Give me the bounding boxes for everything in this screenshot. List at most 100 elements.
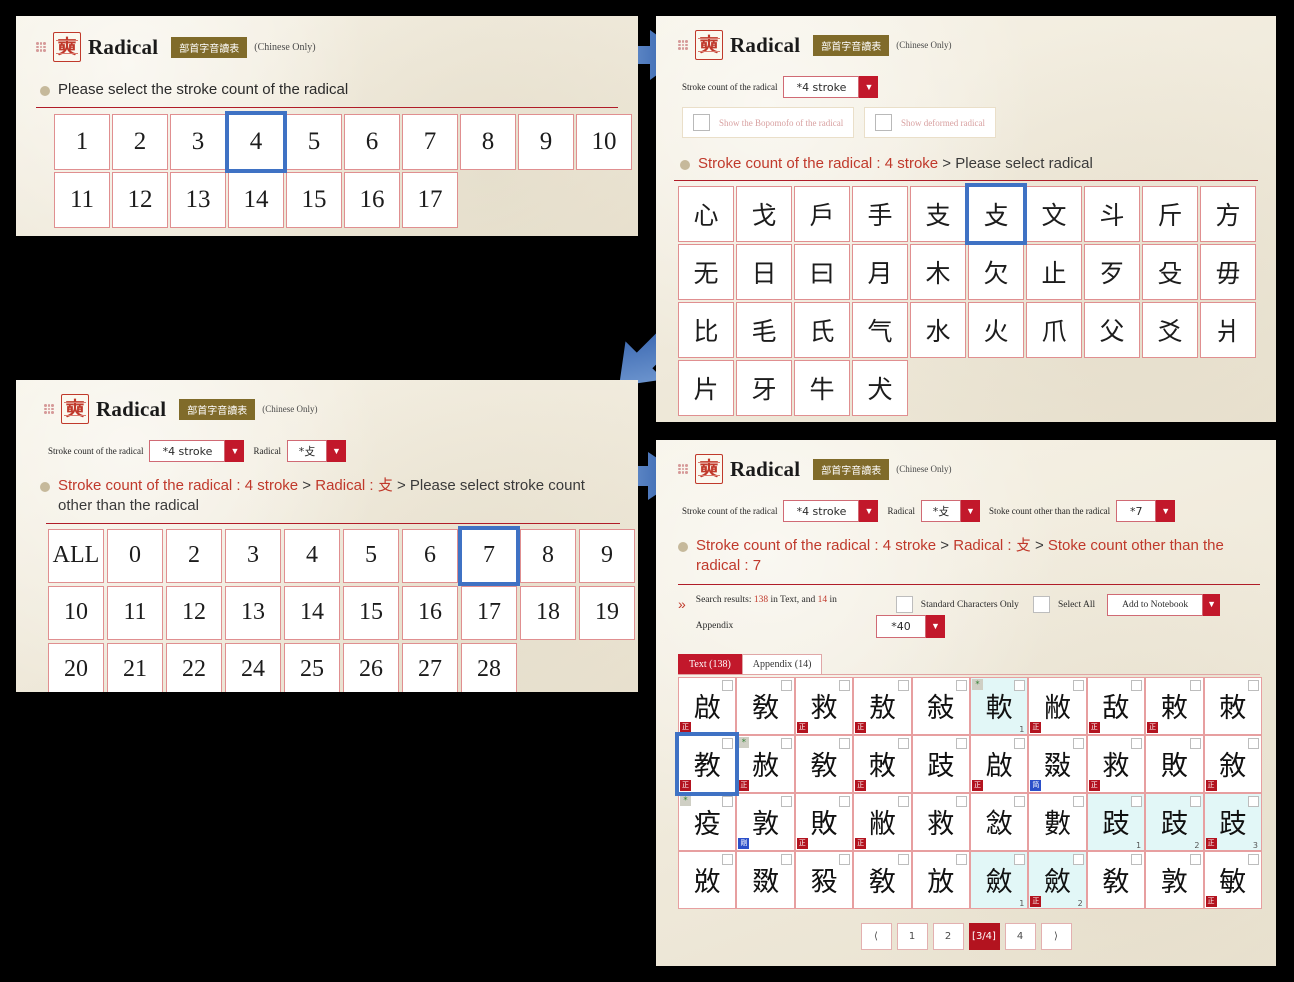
extra-stroke-cell-18[interactable]: 18 [520,585,576,640]
chinese-table-badge[interactable]: 部首字音讀表 [171,36,248,58]
radical-cell-斗[interactable]: 斗 [1084,185,1140,242]
results-tab-2[interactable]: Appendix (14) [741,653,823,674]
character-checkbox[interactable] [1189,853,1201,865]
character-cell[interactable]: 敗正 [794,792,854,851]
pagination-next[interactable]: ⟩ [1040,922,1072,950]
character-checkbox[interactable] [1014,679,1026,691]
character-checkbox[interactable] [1247,679,1259,691]
character-checkbox[interactable] [780,737,792,749]
extra-stroke-cell-26[interactable]: 26 [343,642,399,692]
radical-cell-攴[interactable]: 攴 [965,182,1027,245]
chevron-down-icon[interactable]: ▼ [1203,593,1221,616]
stroke-count-cell-13[interactable]: 13 [170,171,226,228]
character-cell[interactable]: 敎 [736,676,795,735]
extra-stroke-cell-25[interactable]: 25 [284,642,340,692]
radical-cell-片[interactable]: 片 [678,359,734,416]
radical-cell-曰[interactable]: 曰 [794,243,850,300]
extra-stroke-cell-27[interactable]: 27 [402,642,458,692]
radical-cell-戶[interactable]: 戶 [794,185,850,242]
filter-select-1[interactable]: *4 stroke ▼ [783,500,879,522]
character-cell[interactable]: 敍 [911,676,970,735]
checkbox-icon[interactable] [693,114,710,131]
character-checkbox[interactable] [897,679,909,691]
chevron-down-icon[interactable]: ▼ [326,440,346,462]
radical-cell-犬[interactable]: 犬 [852,359,908,416]
stroke-count-cell-2[interactable]: 2 [112,113,168,170]
extra-stroke-cell-22[interactable]: 22 [166,642,222,692]
character-checkbox[interactable] [1131,737,1143,749]
stroke-count-cell-1[interactable]: 1 [54,113,110,170]
stroke-count-cell-17[interactable]: 17 [402,171,458,228]
extra-stroke-cell-9[interactable]: 9 [579,528,635,583]
character-checkbox[interactable] [780,853,792,865]
stroke-count-cell-3[interactable]: 3 [170,113,226,170]
grip-dots-icon[interactable] [44,404,54,414]
standard-characters-only-checkbox[interactable] [895,596,913,614]
character-checkbox[interactable] [1072,795,1084,807]
extra-stroke-cell-13[interactable]: 13 [225,585,281,640]
chinese-table-badge[interactable]: 部首字音讀表 [179,398,256,420]
extra-stroke-cell-28[interactable]: 28 [461,642,517,692]
radical-cell-毛[interactable]: 毛 [736,301,792,358]
character-cell[interactable]: 疫 * [678,792,737,851]
chevron-down-icon[interactable]: ▼ [1156,500,1176,522]
stroke-count-cell-4[interactable]: 4 [225,110,287,173]
character-checkbox[interactable] [780,679,792,691]
character-cell[interactable]: 敦 [1145,850,1204,909]
character-checkbox[interactable] [780,795,792,807]
character-cell[interactable]: 跂 [911,734,970,793]
character-cell[interactable]: 斂正 2 [1028,850,1087,909]
character-cell[interactable]: 敏正 [1203,850,1262,909]
stroke-count-cell-10[interactable]: 10 [576,113,632,170]
filter-select-2[interactable]: *攴 ▼ [920,500,980,522]
character-checkbox[interactable] [839,737,851,749]
character-checkbox[interactable] [722,737,734,749]
stroke-count-cell-16[interactable]: 16 [344,171,400,228]
radical-cell-戈[interactable]: 戈 [736,185,792,242]
show-deformed-radical-checkbox[interactable]: Show deformed radical [864,107,996,138]
character-cell[interactable]: 救正 [794,676,854,735]
radical-cell-文[interactable]: 文 [1026,185,1082,242]
character-cell[interactable]: 教正 [674,731,740,796]
character-checkbox[interactable] [1189,679,1201,691]
character-cell[interactable]: 敚 [678,850,737,909]
filter-select-3[interactable]: *7 ▼ [1116,500,1176,522]
extra-stroke-cell-12[interactable]: 12 [166,585,222,640]
radical-cell-支[interactable]: 支 [910,185,966,242]
stroke-count-cell-6[interactable]: 6 [344,113,400,170]
grip-dots-icon[interactable] [678,40,688,50]
character-checkbox[interactable] [897,795,909,807]
extra-stroke-cell-2[interactable]: 2 [166,528,222,583]
pagination-prev[interactable]: ⟨ [860,922,892,950]
extra-stroke-cell-10[interactable]: 10 [48,585,104,640]
character-checkbox[interactable] [1014,795,1026,807]
character-checkbox[interactable] [722,853,734,865]
extra-stroke-cell-0[interactable]: 0 [107,528,163,583]
chinese-table-badge[interactable]: 部首字音讀表 [813,458,890,480]
results-tab-1[interactable]: Text (138) [678,653,742,674]
character-cell[interactable]: 敎 [794,734,854,793]
extra-stroke-cell-15[interactable]: 15 [343,585,399,640]
filter-select-1[interactable]: *4 stroke ▼ [783,76,879,98]
character-cell[interactable]: 敝正 [1028,676,1087,735]
stroke-count-cell-15[interactable]: 15 [286,171,342,228]
extra-stroke-cell-6[interactable]: 6 [402,528,458,583]
character-cell[interactable]: 跂1 [1086,792,1146,851]
extra-stroke-cell-5[interactable]: 5 [343,528,399,583]
character-checkbox[interactable] [1247,737,1259,749]
stroke-count-cell-14[interactable]: 14 [228,171,284,228]
character-cell[interactable]: 救正 [1086,734,1146,793]
character-checkbox[interactable] [839,853,851,865]
character-checkbox[interactable] [1072,737,1084,749]
breadcrumb-part-1[interactable]: Stroke count of the radical : 4 stroke [696,537,936,554]
character-checkbox[interactable] [1131,679,1143,691]
character-checkbox[interactable] [955,795,967,807]
stroke-count-cell-7[interactable]: 7 [402,113,458,170]
radical-cell-牙[interactable]: 牙 [736,359,792,416]
extra-stroke-cell-14[interactable]: 14 [284,585,340,640]
character-checkbox[interactable] [1189,737,1201,749]
pagination-page-4[interactable]: 4 [1004,922,1036,950]
character-checkbox[interactable] [1072,679,1084,691]
per-page-select[interactable]: *40 ▼ [876,614,945,638]
extra-stroke-cell-17[interactable]: 17 [461,585,517,640]
